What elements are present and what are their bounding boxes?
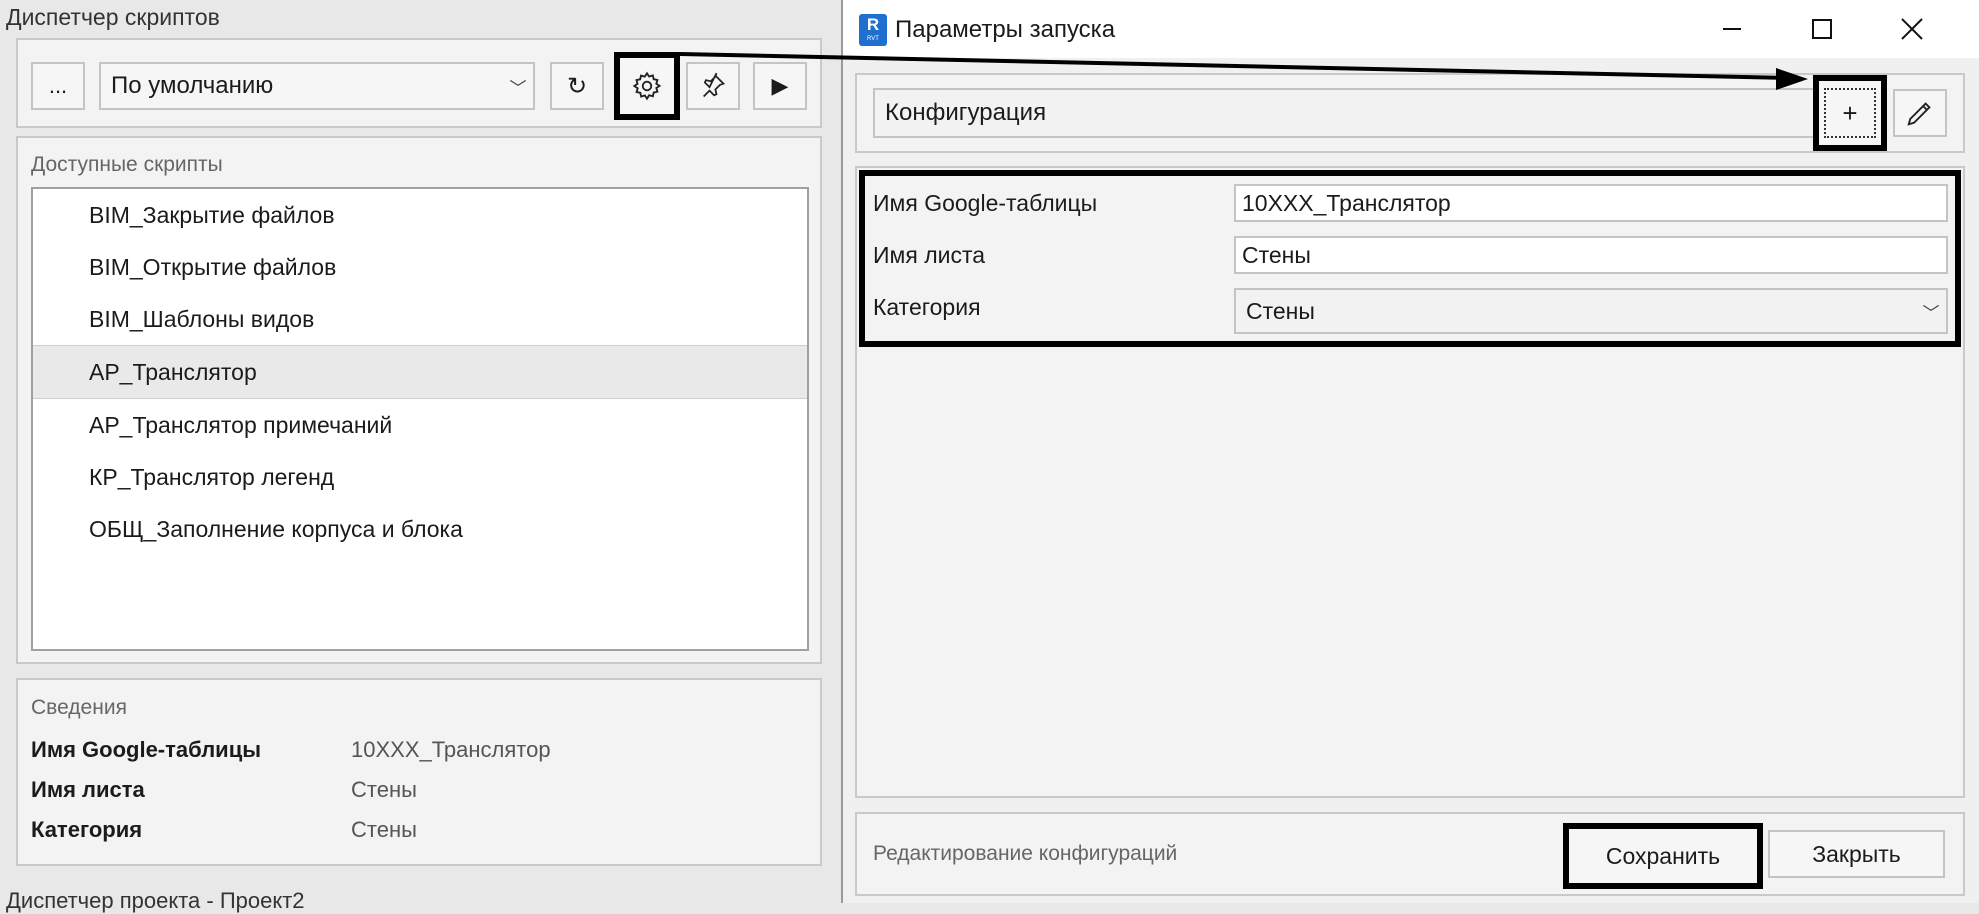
- arrow-line: [679, 52, 1791, 80]
- annotation-arrow: [679, 52, 1808, 90]
- arrow-head: [1776, 68, 1808, 90]
